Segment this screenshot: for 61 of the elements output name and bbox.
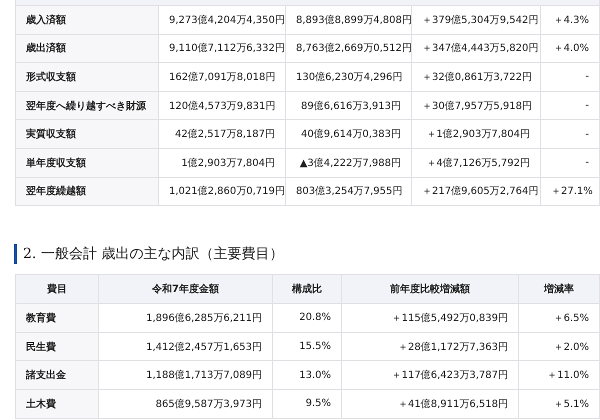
row-label: 歳出済額 [16, 34, 158, 63]
table-cell: - [540, 62, 600, 92]
table-cell: 162億7,091万8,018円 [158, 62, 286, 92]
table-cell: ＋217億9,605万2,764円 [412, 177, 540, 206]
table-cell: ＋4.3% [540, 6, 600, 34]
table-cell: ＋28億1,172万7,363円 [342, 332, 518, 361]
table-cell: 8,893億8,899万4,808円 [286, 6, 412, 34]
table-cell: 120億4,573万9,831円 [158, 91, 286, 120]
table-cell: ▲3億4,222万7,988円 [286, 148, 412, 178]
table-cell: 1,021億2,860万0,719円 [158, 177, 286, 206]
column-header: 令和7年度金額 [98, 274, 272, 304]
table-cell: 40億9,614万0,383円 [286, 120, 412, 148]
table-cell: ＋4億7,126万5,792円 [412, 148, 540, 178]
row-label: 実質収支額 [16, 120, 158, 148]
table-cell: ＋41億8,911万6,518円 [342, 389, 518, 418]
table-cell: ＋1億2,903万7,804円 [412, 120, 540, 148]
table-cell: 13.0% [272, 360, 342, 390]
row-label: 翌年度繰越額 [16, 177, 158, 206]
table-cell: 42億2,517万8,187円 [158, 120, 286, 148]
row-label: 形式収支額 [16, 62, 158, 92]
table-cell: ＋30億7,957万5,918円 [412, 91, 540, 120]
row-label: 歳入済額 [16, 6, 158, 34]
row-label: 翌年度へ繰り越すべき財源 [16, 91, 158, 120]
table-cell: ＋27.1% [540, 177, 600, 206]
row-label: 民生費 [16, 332, 98, 361]
table-cell: 130億6,230万4,296円 [286, 62, 412, 92]
table-cell: ＋11.0% [518, 360, 600, 390]
table-cell: 1,188億1,713万7,089円 [98, 360, 272, 390]
table-cell: - [540, 120, 600, 148]
table-cell: 15.5% [272, 332, 342, 361]
table-cell: 89億6,616万3,913円 [286, 91, 412, 120]
table-cell: 9,110億7,112万6,332円 [158, 34, 286, 63]
section-heading: 2. 一般会計 歳出の主な内訳（主要費目） [14, 244, 600, 264]
table-cell: ＋6.5% [518, 304, 600, 332]
row-label: 諸支出金 [16, 360, 98, 390]
table-cell: 1億2,903万7,804円 [158, 148, 286, 178]
column-header: 構成比 [272, 274, 342, 304]
table-cell: ＋117億6,423万3,787円 [342, 360, 518, 390]
table-cell: ＋379億5,304万9,542円 [412, 6, 540, 34]
table-cell: 20.8% [272, 304, 342, 332]
table-cell: ＋4.0% [540, 34, 600, 63]
column-header: 前年度比較増減額 [342, 274, 518, 304]
row-label: 単年度収支額 [16, 148, 158, 178]
table-cell: 1,412億2,457万1,653円 [98, 332, 272, 361]
table-cell: ＋32億0,861万3,722円 [412, 62, 540, 92]
row-label: 土木費 [16, 389, 98, 418]
table-cell: 9,273億4,204万4,350円 [158, 6, 286, 34]
table-cell: ＋5.1% [518, 389, 600, 418]
table-cell: 8,763億2,669万0,512円 [286, 34, 412, 63]
table-cell: ＋347億4,443万5,820円 [412, 34, 540, 63]
table-cell: 803億3,254万7,955円 [286, 177, 412, 206]
column-header: 増減率 [518, 274, 600, 304]
table-cell: 9.5% [272, 389, 342, 418]
row-label: 教育費 [16, 304, 98, 332]
table-cell: - [540, 91, 600, 120]
table-cell: ＋115億5,492万0,839円 [342, 304, 518, 332]
column-header: 費目 [16, 274, 98, 304]
table-cell: 865億9,587万3,973円 [98, 389, 272, 418]
table-cell: - [540, 148, 600, 178]
table-cell: 1,896億6,285万6,211円 [98, 304, 272, 332]
table-cell: ＋2.0% [518, 332, 600, 361]
